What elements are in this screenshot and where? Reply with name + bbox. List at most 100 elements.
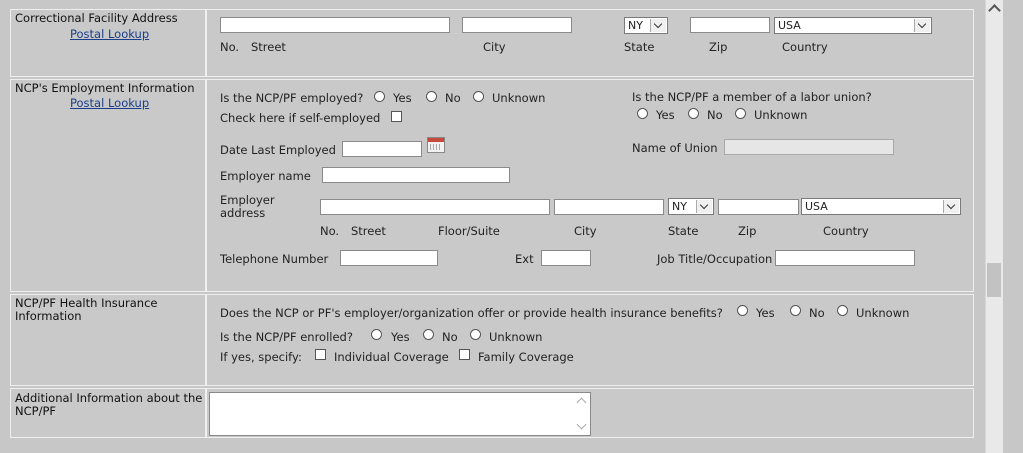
health-enrolled-yes-radio[interactable] bbox=[371, 329, 382, 340]
employer-street-input[interactable] bbox=[320, 199, 550, 215]
facility-country-label: Country bbox=[782, 40, 828, 54]
employment-fields-cell: Is the NCP/PF employed? Yes No Unknown C… bbox=[206, 79, 974, 292]
telephone-label: Telephone Number bbox=[220, 252, 329, 266]
health-enrolled-no-radio[interactable] bbox=[423, 329, 434, 340]
health-offer-yes-label: Yes bbox=[756, 306, 775, 320]
facility-zip-input[interactable] bbox=[690, 17, 770, 33]
health-offer-no-radio[interactable] bbox=[790, 305, 801, 316]
facility-state-value: NY bbox=[628, 19, 643, 32]
health-enrolled-yes-label: Yes bbox=[391, 330, 410, 344]
employer-country-label: Country bbox=[823, 224, 869, 238]
facility-fields-cell: NY USA No. Street City State Zip Country bbox=[206, 9, 974, 77]
health-enrolled-unknown-label: Unknown bbox=[489, 330, 543, 344]
employer-name-label: Employer name bbox=[220, 169, 311, 183]
employer-state-value: NY bbox=[672, 200, 687, 213]
employed-no-label: No bbox=[445, 91, 461, 105]
employer-street-label: Street bbox=[351, 224, 386, 238]
calendar-icon[interactable] bbox=[427, 137, 445, 153]
scroll-down-icon bbox=[576, 419, 587, 430]
self-employed-label: Check here if self-employed bbox=[220, 111, 381, 125]
union-question: Is the NCP/PF a member of a labor union? bbox=[632, 90, 872, 104]
health-row: NCP/PF Health Insurance Information Does… bbox=[10, 294, 974, 386]
job-title-label: Job Title/Occupation bbox=[657, 252, 773, 266]
employer-state-label: State bbox=[668, 224, 699, 238]
ext-input[interactable] bbox=[541, 250, 591, 266]
health-enrolled-no-label: No bbox=[442, 330, 458, 344]
facility-street-input[interactable] bbox=[220, 17, 450, 33]
employment-postal-lookup-link[interactable]: Postal Lookup bbox=[70, 96, 149, 110]
employed-unknown-label: Unknown bbox=[492, 91, 546, 105]
additional-label-cell: Additional Information about the NCP/PF bbox=[10, 388, 206, 438]
chevron-down-icon bbox=[914, 19, 930, 32]
health-offer-no-label: No bbox=[809, 306, 825, 320]
facility-state-label: State bbox=[624, 40, 655, 54]
union-no-radio[interactable] bbox=[688, 108, 699, 119]
date-last-employed-input[interactable] bbox=[342, 141, 422, 157]
health-offer-unknown-label: Unknown bbox=[856, 306, 910, 320]
facility-country-select[interactable]: USA bbox=[774, 17, 932, 34]
employer-address-label: Employer address bbox=[220, 193, 275, 220]
union-yes-label: Yes bbox=[656, 108, 675, 122]
union-unknown-radio[interactable] bbox=[735, 108, 746, 119]
employer-name-input[interactable] bbox=[322, 167, 510, 183]
name-of-union-label: Name of Union bbox=[632, 141, 718, 155]
facility-no-label: No. bbox=[220, 40, 240, 54]
job-title-input[interactable] bbox=[775, 250, 915, 266]
employer-country-value: USA bbox=[805, 200, 828, 213]
health-offer-question: Does the NCP or PF's employer/organizati… bbox=[220, 306, 723, 320]
employed-question: Is the NCP/PF employed? bbox=[220, 91, 364, 105]
health-enrolled-question: Is the NCP/PF enrolled? bbox=[220, 330, 353, 344]
employed-no-radio[interactable] bbox=[426, 91, 437, 102]
additional-fields-cell bbox=[206, 388, 974, 438]
individual-coverage-checkbox[interactable] bbox=[315, 349, 326, 360]
employer-zip-input[interactable] bbox=[718, 199, 799, 215]
facility-city-input[interactable] bbox=[462, 17, 572, 33]
facility-label: Correctional Facility Address bbox=[15, 11, 178, 25]
ncp-form: Correctional Facility Address Postal Loo… bbox=[10, 0, 974, 440]
facility-city-label: City bbox=[483, 40, 506, 54]
employer-city-input[interactable] bbox=[554, 199, 664, 215]
employed-yes-radio[interactable] bbox=[374, 91, 385, 102]
union-no-label: No bbox=[707, 108, 723, 122]
individual-coverage-label: Individual Coverage bbox=[334, 350, 449, 364]
page-scrollbar[interactable] bbox=[985, 0, 1003, 453]
employer-city-label: City bbox=[574, 224, 597, 238]
chevron-down-icon bbox=[943, 200, 959, 213]
scrollbar-thumb[interactable] bbox=[987, 263, 1001, 297]
employed-yes-label: Yes bbox=[393, 91, 412, 105]
additional-label: Additional Information about the NCP/PF bbox=[15, 391, 203, 418]
chevron-down-icon bbox=[650, 19, 666, 32]
employment-label-cell: NCP's Employment Information Postal Look… bbox=[10, 79, 206, 292]
name-of-union-input[interactable] bbox=[724, 139, 894, 155]
employer-state-select[interactable]: NY bbox=[668, 198, 714, 215]
chevron-down-icon bbox=[696, 200, 712, 213]
health-label-cell: NCP/PF Health Insurance Information bbox=[10, 294, 206, 386]
health-enrolled-unknown-radio[interactable] bbox=[470, 329, 481, 340]
employed-unknown-radio[interactable] bbox=[473, 91, 484, 102]
facility-postal-lookup-link[interactable]: Postal Lookup bbox=[70, 27, 149, 41]
employer-no-label: No. bbox=[320, 224, 340, 238]
additional-row: Additional Information about the NCP/PF bbox=[10, 388, 974, 438]
union-unknown-label: Unknown bbox=[754, 108, 808, 122]
facility-street-label: Street bbox=[251, 40, 286, 54]
health-fields-cell: Does the NCP or PF's employer/organizati… bbox=[206, 294, 974, 386]
health-offer-unknown-radio[interactable] bbox=[837, 305, 848, 316]
health-label: NCP/PF Health Insurance Information bbox=[15, 296, 158, 323]
health-offer-yes-radio[interactable] bbox=[737, 305, 748, 316]
facility-state-select[interactable]: NY bbox=[624, 17, 668, 34]
chevron-up-icon[interactable] bbox=[988, 4, 1001, 17]
family-coverage-checkbox[interactable] bbox=[459, 349, 470, 360]
additional-info-textarea[interactable] bbox=[209, 392, 591, 436]
telephone-input[interactable] bbox=[340, 250, 438, 266]
employer-zip-label: Zip bbox=[738, 224, 757, 238]
employment-label: NCP's Employment Information bbox=[15, 81, 195, 95]
scroll-up-icon bbox=[576, 397, 587, 408]
employer-floor-label: Floor/Suite bbox=[438, 224, 500, 238]
employer-country-select[interactable]: USA bbox=[801, 198, 961, 215]
facility-country-value: USA bbox=[778, 19, 801, 32]
union-yes-radio[interactable] bbox=[637, 108, 648, 119]
self-employed-checkbox[interactable] bbox=[391, 111, 402, 122]
family-coverage-label: Family Coverage bbox=[478, 350, 574, 364]
facility-row: Correctional Facility Address Postal Loo… bbox=[10, 9, 974, 77]
health-specify-label: If yes, specify: bbox=[220, 350, 302, 364]
